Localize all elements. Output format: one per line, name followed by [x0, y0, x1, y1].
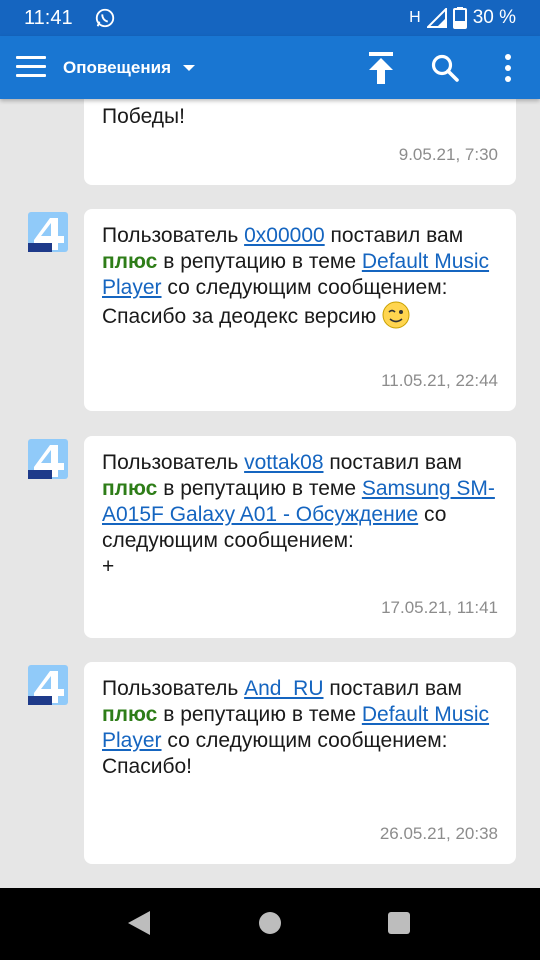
home-icon[interactable]: [259, 912, 281, 934]
notification-card[interactable]: Пользователь And_RU поставил вам плюс в …: [84, 662, 516, 864]
search-icon[interactable]: [430, 53, 460, 83]
notification-card[interactable]: Пользователь 0x00000 поставил вам плюс в…: [84, 209, 516, 411]
wink-emoji-icon: [382, 301, 410, 329]
recents-icon[interactable]: [388, 912, 410, 934]
app-bar: Оповещения: [0, 36, 540, 99]
notification-date: 17.05.21, 11:41: [381, 598, 498, 617]
notification-date: 9.05.21, 7:30: [398, 145, 498, 164]
notification-date: 11.05.21, 22:44: [381, 371, 498, 390]
status-indicators: H 30 %: [409, 7, 516, 29]
notification-text: Пользователь vottak08 поставил вам плюс …: [102, 451, 495, 578]
network-type: H: [409, 9, 421, 26]
notifications-feed[interactable]: Победы! 9.05.21, 7:30 Пользователь 0x000…: [0, 36, 540, 888]
user-link[interactable]: vottak08: [244, 451, 323, 474]
notification-card[interactable]: Пользователь vottak08 поставил вам плюс …: [84, 436, 516, 638]
notification-text: Пользователь And_RU поставил вам плюс в …: [102, 677, 490, 778]
signal-icon: [426, 8, 447, 28]
notification-text: Пользователь 0x00000 поставил вам плюс в…: [102, 224, 490, 329]
title-dropdown[interactable]: Оповещения: [63, 58, 195, 78]
menu-icon[interactable]: [16, 56, 46, 78]
notification-date: 26.05.21, 20:38: [379, 824, 498, 843]
whatsapp-icon: [95, 8, 115, 28]
app-logo-icon: [28, 665, 68, 705]
page-title: Оповещения: [63, 58, 171, 77]
battery-level: 30 %: [472, 7, 516, 28]
more-icon[interactable]: [500, 53, 516, 83]
notification-text: Победы!: [102, 105, 185, 128]
user-link[interactable]: 0x00000: [244, 224, 325, 247]
reputation-message: Спасибо за деодекс версию: [102, 305, 377, 328]
reputation-message: +: [102, 555, 115, 578]
plus-label: плюс: [102, 477, 158, 500]
plus-label: плюс: [102, 250, 158, 273]
app-logo-icon: [28, 212, 68, 252]
plus-label: плюс: [102, 703, 158, 726]
app-logo-icon: [28, 439, 68, 479]
status-time: 11:41: [24, 7, 73, 29]
caret-down-icon: [183, 65, 195, 71]
scroll-top-icon[interactable]: [367, 52, 395, 84]
battery-icon: [452, 7, 467, 29]
status-bar: 11:41 H 30 %: [0, 0, 540, 36]
user-link[interactable]: And_RU: [244, 677, 323, 700]
reputation-message: Спасибо!: [102, 755, 192, 778]
system-nav-bar: [0, 888, 540, 960]
back-icon[interactable]: [128, 911, 150, 935]
